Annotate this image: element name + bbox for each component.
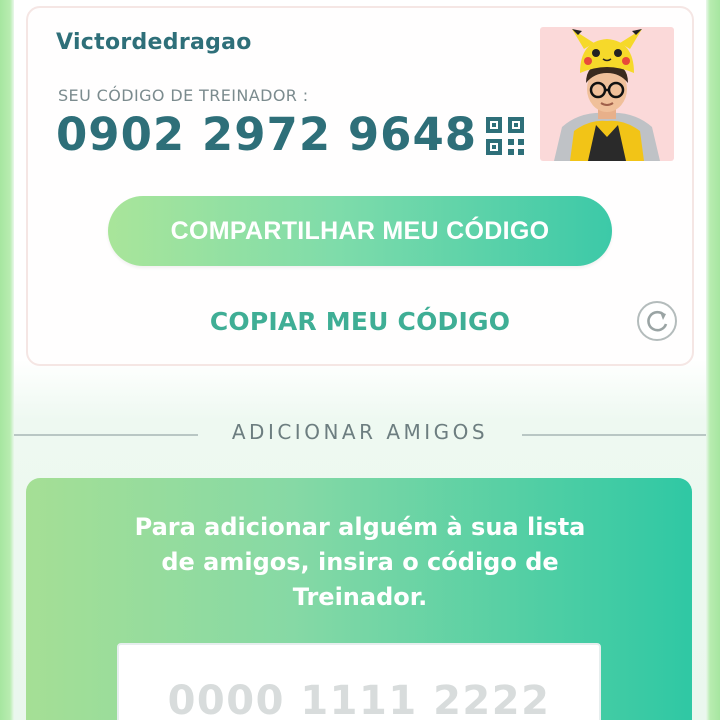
refresh-icon[interactable]	[636, 300, 678, 342]
add-friends-instruction: Para adicionar alguém à sua lista de ami…	[134, 513, 586, 611]
add-friends-title: ADICIONAR AMIGOS	[231, 420, 489, 444]
qr-code-icon[interactable]	[486, 117, 524, 155]
copy-code-button[interactable]: COPIAR MEU CÓDIGO	[160, 304, 560, 340]
divider-line	[522, 434, 706, 436]
trainer-code-label: SEU CÓDIGO DE TREINADOR :	[58, 86, 309, 105]
trainer-avatar	[540, 27, 674, 161]
friend-code-input[interactable]	[117, 643, 601, 720]
divider-line	[14, 434, 198, 436]
trainer-code-value: 0902 2972 9648	[56, 108, 478, 161]
trainer-username: Victordedragao	[56, 30, 252, 55]
share-code-button[interactable]: COMPARTILHAR MEU CÓDIGO	[108, 196, 612, 266]
